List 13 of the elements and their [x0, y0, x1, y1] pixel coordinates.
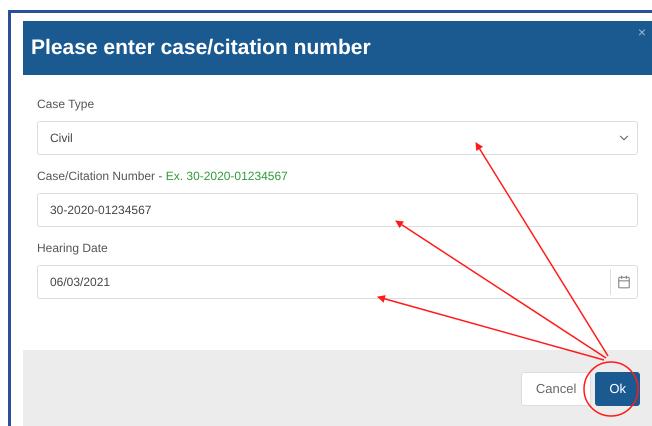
annotation-circle — [583, 361, 639, 417]
calendar-icon — [617, 275, 631, 289]
dialog-title: Please enter case/citation number — [31, 35, 371, 62]
cancel-button[interactable]: Cancel — [520, 372, 592, 406]
field-label: Case/Citation Number - Ex. 30-2020-01234567 — [37, 168, 289, 185]
calendar-button[interactable] — [610, 269, 631, 295]
date-field[interactable]: 06/03/2021 — [37, 265, 638, 299]
close-button[interactable]: × — [638, 25, 646, 39]
field-label: Case Type — [37, 96, 96, 113]
select-field[interactable]: Civil — [37, 121, 638, 155]
field-label: Hearing Date — [37, 240, 109, 257]
ok-button[interactable]: Ok — [595, 372, 640, 406]
input-field[interactable]: 30-2020-01234567 — [37, 193, 638, 227]
